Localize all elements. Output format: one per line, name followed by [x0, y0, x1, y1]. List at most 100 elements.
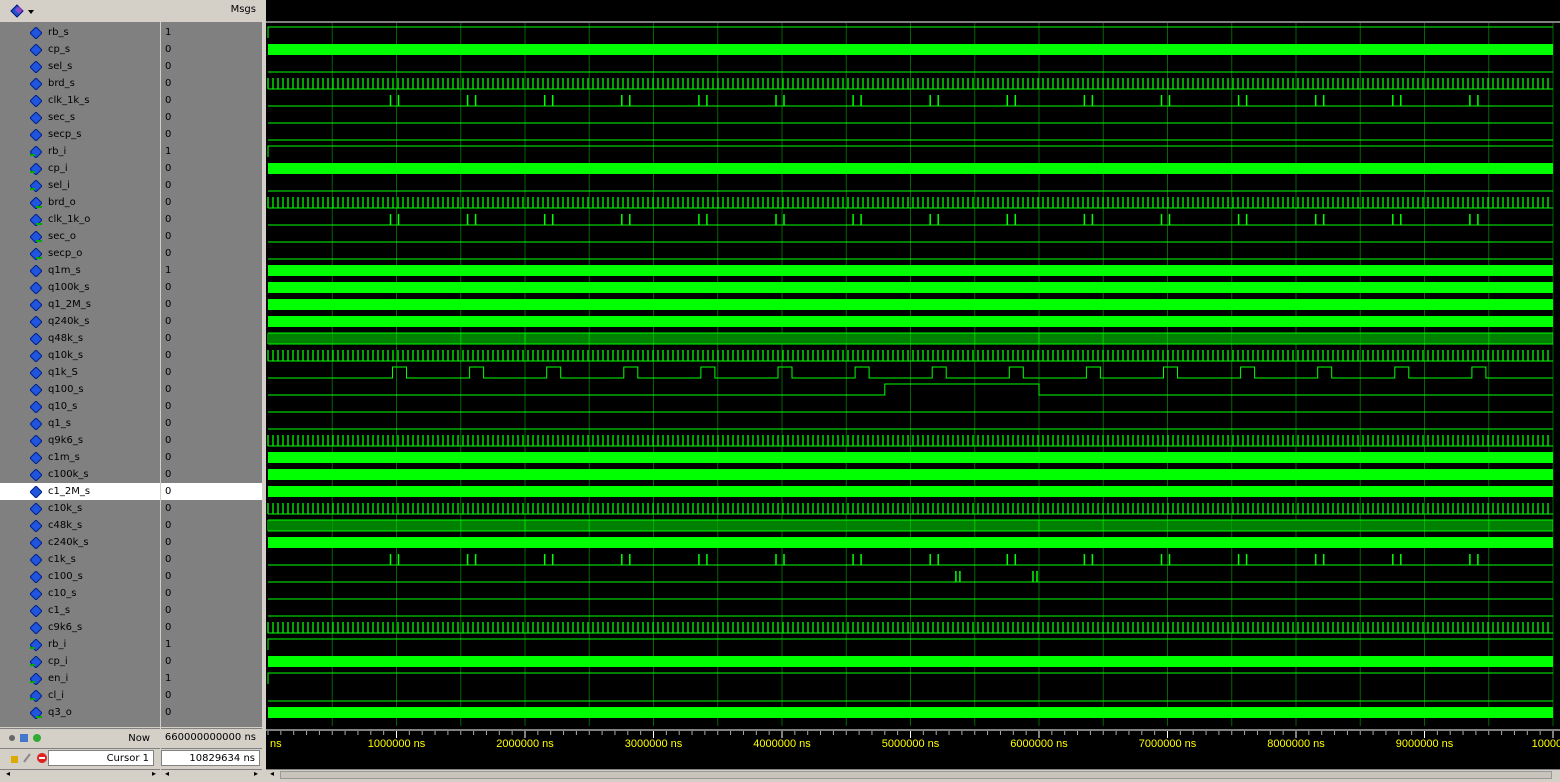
value-row[interactable]: 0: [161, 500, 262, 517]
scroll-left-icon[interactable]: ◂: [165, 769, 169, 778]
signal-row[interactable]: q10_s: [0, 398, 160, 415]
signal-row[interactable]: clk_1k_s: [0, 92, 160, 109]
value-row[interactable]: 0: [161, 364, 262, 381]
value-row[interactable]: 0: [161, 347, 262, 364]
signal-row[interactable]: q100k_s: [0, 279, 160, 296]
value-row[interactable]: 0: [161, 534, 262, 551]
signal-value: 0: [165, 486, 172, 497]
value-row[interactable]: 0: [161, 381, 262, 398]
signal-row[interactable]: q10k_s: [0, 347, 160, 364]
value-row[interactable]: 0: [161, 296, 262, 313]
signal-row[interactable]: c9k6_s: [0, 619, 160, 636]
signal-row[interactable]: c240k_s: [0, 534, 160, 551]
value-row[interactable]: 1: [161, 262, 262, 279]
scroll-right-icon[interactable]: ▸: [254, 769, 258, 778]
signal-row[interactable]: sel_s: [0, 58, 160, 75]
signal-row[interactable]: q9k6_s: [0, 432, 160, 449]
signal-row[interactable]: clk_1k_o: [0, 211, 160, 228]
scroll-right-icon[interactable]: ▸: [152, 769, 156, 778]
names-scrollbar[interactable]: ◂ ▸: [0, 769, 160, 779]
value-row[interactable]: 0: [161, 109, 262, 126]
signal-name: c1_s: [48, 605, 71, 616]
signal-row[interactable]: q1_s: [0, 415, 160, 432]
value-row[interactable]: 0: [161, 228, 262, 245]
signal-in-icon: [30, 180, 42, 192]
value-row[interactable]: 0: [161, 687, 262, 704]
signal-row[interactable]: c10k_s: [0, 500, 160, 517]
signal-row[interactable]: q100_s: [0, 381, 160, 398]
signal-row[interactable]: c1m_s: [0, 449, 160, 466]
signal-group-icon[interactable]: [10, 4, 34, 21]
signal-row[interactable]: q1m_s: [0, 262, 160, 279]
value-row[interactable]: 0: [161, 211, 262, 228]
scroll-left-icon[interactable]: ◂: [270, 769, 274, 778]
value-row[interactable]: 0: [161, 432, 262, 449]
value-row[interactable]: 0: [161, 177, 262, 194]
value-row[interactable]: 0: [161, 704, 262, 721]
value-row[interactable]: 0: [161, 415, 262, 432]
value-row[interactable]: 0: [161, 602, 262, 619]
value-row[interactable]: 0: [161, 551, 262, 568]
value-row[interactable]: 0: [161, 245, 262, 262]
waveform-pane[interactable]: 1000000 ns 2000000 ns 3000000 ns 4000000 ns…: [266, 0, 1560, 779]
value-row[interactable]: 0: [161, 466, 262, 483]
signal-row[interactable]: rb_i: [0, 636, 160, 653]
value-row[interactable]: 0: [161, 160, 262, 177]
signal-row[interactable]: cp_i: [0, 160, 160, 177]
waveform-scrollbar[interactable]: ◂: [266, 769, 1560, 779]
signal-row[interactable]: c100_s: [0, 568, 160, 585]
value-row[interactable]: 1: [161, 636, 262, 653]
signal-row[interactable]: q1k_S: [0, 364, 160, 381]
signal-row[interactable]: en_i: [0, 670, 160, 687]
value-row[interactable]: 0: [161, 653, 262, 670]
value-row[interactable]: 1: [161, 24, 262, 41]
signal-row[interactable]: secp_s: [0, 126, 160, 143]
value-row[interactable]: 0: [161, 75, 262, 92]
signal-row[interactable]: sel_i: [0, 177, 160, 194]
value-row[interactable]: 0: [161, 398, 262, 415]
value-row[interactable]: 0: [161, 194, 262, 211]
value-row[interactable]: 0: [161, 126, 262, 143]
value-row[interactable]: 1: [161, 143, 262, 160]
value-row[interactable]: 0: [161, 568, 262, 585]
signal-row[interactable]: c48k_s: [0, 517, 160, 534]
value-row[interactable]: 0: [161, 483, 262, 500]
scrollbar-thumb[interactable]: [280, 771, 1552, 779]
signal-row[interactable]: c1k_s: [0, 551, 160, 568]
signal-row[interactable]: sec_s: [0, 109, 160, 126]
scroll-left-icon[interactable]: ◂: [6, 769, 10, 778]
signal-row[interactable]: sec_o: [0, 228, 160, 245]
signal-row[interactable]: cl_i: [0, 687, 160, 704]
value-row[interactable]: 0: [161, 313, 262, 330]
value-row[interactable]: 0: [161, 41, 262, 58]
wave-pulse: [1083, 95, 1094, 106]
signal-row[interactable]: rb_s: [0, 24, 160, 41]
value-row[interactable]: 0: [161, 517, 262, 534]
value-row[interactable]: 0: [161, 330, 262, 347]
signal-row[interactable]: q48k_s: [0, 330, 160, 347]
signal-row[interactable]: brd_o: [0, 194, 160, 211]
signal-row[interactable]: cp_s: [0, 41, 160, 58]
value-row[interactable]: 1: [161, 670, 262, 687]
value-row[interactable]: 0: [161, 619, 262, 636]
signal-row[interactable]: secp_o: [0, 245, 160, 262]
value-row[interactable]: 0: [161, 58, 262, 75]
value-row[interactable]: 0: [161, 585, 262, 602]
signal-row[interactable]: q3_o: [0, 704, 160, 721]
signal-row[interactable]: q240k_s: [0, 313, 160, 330]
value-row[interactable]: 0: [161, 279, 262, 296]
signal-row[interactable]: rb_i: [0, 143, 160, 160]
values-scrollbar[interactable]: ◂ ▸: [161, 769, 262, 779]
signal-row[interactable]: q1_2M_s: [0, 296, 160, 313]
signal-row[interactable]: cp_i: [0, 653, 160, 670]
signal-row[interactable]: c100k_s: [0, 466, 160, 483]
signal-name: q10_s: [48, 401, 78, 412]
value-row[interactable]: 0: [161, 92, 262, 109]
signal-row[interactable]: c1_s: [0, 602, 160, 619]
signal-row[interactable]: c10_s: [0, 585, 160, 602]
cursor-label[interactable]: Cursor 1: [48, 750, 154, 766]
signal-row[interactable]: brd_s: [0, 75, 160, 92]
signal-row[interactable]: c1_2M_s: [0, 483, 160, 500]
value-row[interactable]: 0: [161, 449, 262, 466]
waveform-canvas[interactable]: 1000000 ns 2000000 ns 3000000 ns 4000000 ns…: [266, 0, 1560, 779]
